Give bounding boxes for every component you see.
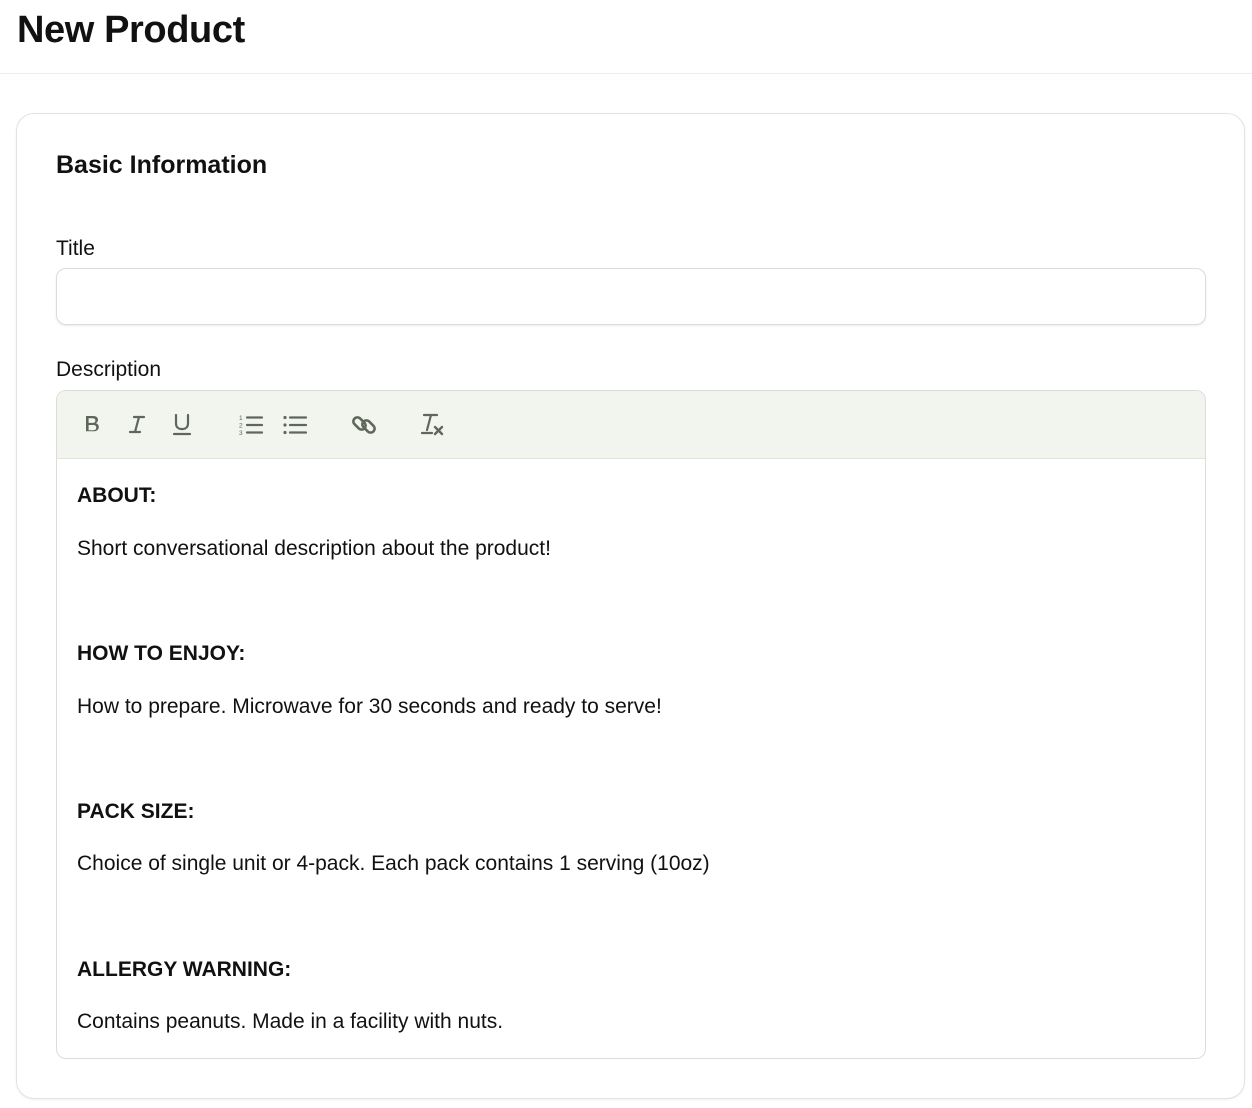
bullet-list-icon — [283, 415, 308, 435]
allergy-warning-heading: ALLERGY WARNING: — [77, 958, 292, 981]
section-title: Basic Information — [56, 151, 268, 179]
underline-button[interactable] — [165, 408, 199, 442]
svg-text:1: 1 — [239, 415, 243, 422]
allergy-warning-text: Contains peanuts. Made in a facility wit… — [77, 1010, 504, 1033]
underline-icon — [172, 413, 192, 436]
about-text: Short conversational description about t… — [77, 537, 551, 560]
italic-icon — [128, 415, 146, 434]
svg-text:3: 3 — [239, 430, 243, 437]
how-to-enjoy-text: How to prepare. Microwave for 30 seconds… — [77, 695, 662, 718]
link-button[interactable] — [347, 408, 381, 442]
basic-information-card: Basic Information Title Description 1 2 … — [16, 113, 1245, 1099]
clear-format-icon — [420, 413, 444, 436]
page-title: New Product — [17, 9, 245, 51]
bold-button[interactable] — [75, 408, 109, 442]
bullet-list-button[interactable] — [278, 408, 312, 442]
description-editor[interactable]: 1 2 3 ABOUT: Short conversational descri… — [56, 390, 1206, 1059]
pack-size-heading: PACK SIZE: — [77, 800, 195, 823]
link-icon — [352, 416, 376, 434]
italic-button[interactable] — [120, 408, 154, 442]
ordered-list-icon: 1 2 3 — [239, 415, 264, 437]
title-label: Title — [56, 237, 95, 260]
bold-icon — [86, 416, 99, 432]
description-label: Description — [56, 358, 162, 381]
about-heading: ABOUT: — [77, 484, 157, 507]
clear-format-button[interactable] — [416, 408, 450, 442]
editor-toolbar: 1 2 3 — [57, 391, 1205, 459]
page-header: New Product — [0, 0, 1252, 74]
svg-text:2: 2 — [239, 423, 243, 430]
ordered-list-button[interactable]: 1 2 3 — [234, 408, 268, 442]
title-input[interactable] — [56, 268, 1206, 325]
pack-size-text: Choice of single unit or 4-pack. Each pa… — [77, 852, 710, 875]
how-to-enjoy-heading: HOW TO ENJOY: — [77, 642, 246, 665]
